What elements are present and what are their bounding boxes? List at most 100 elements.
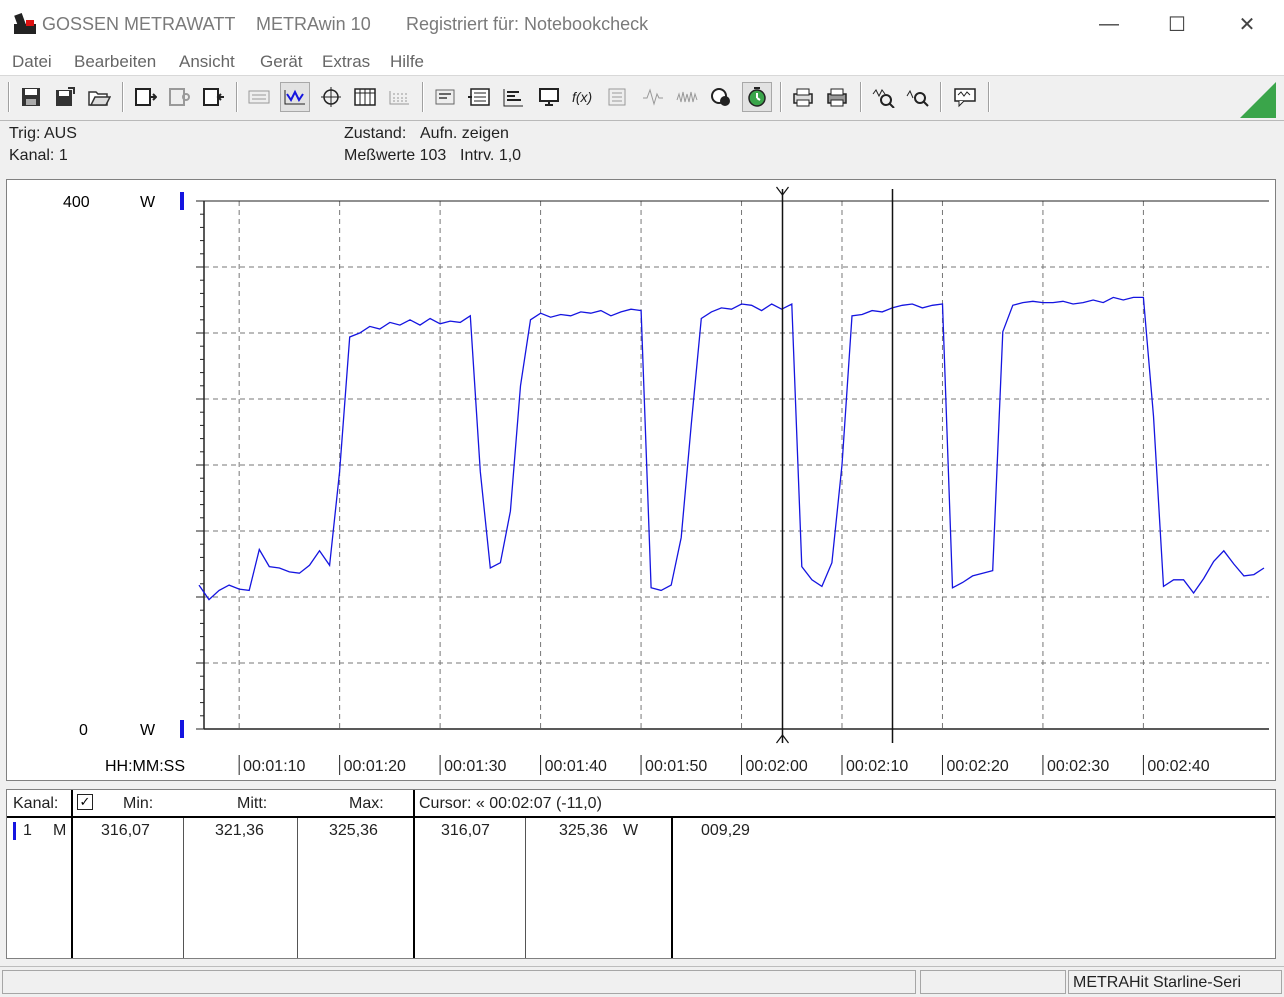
timer-button[interactable] (742, 82, 772, 112)
y-axis-marker-top (180, 192, 184, 210)
scale-button[interactable] (430, 82, 460, 112)
zoom-wave-button[interactable] (868, 82, 898, 112)
state-value: Aufn. zeigen (420, 125, 509, 142)
plot-area[interactable]: 00:01:10 00:01:20 00:01:30 00:01:40 00:01:50… (6, 179, 1276, 781)
scale-icon (435, 89, 455, 105)
bar-list-button[interactable] (498, 82, 528, 112)
menu-hilfe[interactable]: Hilfe (390, 52, 424, 72)
function-button[interactable]: f(x) (568, 82, 598, 112)
channel-color-marker (13, 822, 16, 840)
y-max-label: 400 (63, 194, 90, 211)
text-list-button[interactable] (244, 82, 274, 112)
signal-button[interactable] (638, 82, 668, 112)
zoom-button[interactable] (902, 82, 932, 112)
print-icon (827, 88, 847, 107)
device-status: METRAHit Starline-Seri (1068, 970, 1282, 994)
menu-ansicht[interactable]: Ansicht (179, 52, 235, 72)
save-as-icon (56, 87, 75, 106)
message-button[interactable] (950, 82, 980, 112)
device-read-icon (135, 88, 157, 106)
open-button[interactable] (84, 82, 114, 112)
y-unit-bottom: W (140, 722, 156, 739)
mean-header: Mitt: (237, 795, 268, 812)
trigger-status: Trig: AUS (9, 125, 77, 142)
toolbar: f(x) (0, 76, 1284, 121)
row-cursor-min: 316,07 (441, 822, 490, 839)
channel-header: Kanal: (13, 795, 59, 812)
min-header: Min: (123, 795, 154, 812)
y-unit-top: W (140, 194, 156, 211)
y-axis-marker-bottom (180, 720, 184, 738)
monitor-button[interactable] (534, 82, 564, 112)
memory-button[interactable] (602, 82, 632, 112)
row-unit: W (623, 822, 639, 839)
info-area: Trig: AUS Kanal: 1 Zustand: Aufn. zeigen… (0, 121, 1284, 173)
device-write-button[interactable] (198, 82, 228, 112)
channel-config-button[interactable] (464, 82, 494, 112)
menu-extras[interactable]: Extras (322, 52, 370, 72)
maximize-button[interactable]: ☐ (1144, 0, 1210, 48)
app-title: METRAwin 10 (256, 14, 371, 34)
device-settings-icon (169, 88, 190, 106)
signal-icon (643, 88, 663, 106)
table-view-button[interactable] (350, 82, 380, 112)
title-bar: GOSSEN METRAWATT METRAwin 10 Registriert… (0, 0, 1284, 48)
x-tick-label: 00:02:20 (946, 758, 1008, 775)
bar-list-icon (503, 89, 523, 107)
noise-button[interactable] (672, 82, 702, 112)
menu-bearbeiten[interactable]: Bearbeiten (74, 52, 156, 72)
x-tick-label: 00:02:00 (746, 758, 808, 775)
statistics-panel: Kanal: ✓ Min: Mitt: Max: Cursor: « 00:02… (6, 789, 1276, 959)
device-settings-button[interactable] (164, 82, 194, 112)
brand-title: GOSSEN METRAWATT (42, 14, 236, 34)
print-preview-button[interactable] (788, 82, 818, 112)
svg-text:f(x): f(x) (572, 89, 592, 105)
minimize-button[interactable]: — (1076, 0, 1142, 48)
timer-icon (748, 87, 766, 107)
x-axis-label: HH:MM:SS (105, 758, 185, 775)
row-mean: 321,36 (215, 822, 264, 839)
power-chart[interactable]: 00:01:10 00:01:20 00:01:30 00:01:40 00:01:50… (7, 180, 1275, 780)
measurement-count: Meßwerte 103 (344, 147, 447, 164)
device-read-button[interactable] (130, 82, 160, 112)
x-tick-label: 00:01:30 (444, 758, 506, 775)
state-label: Zustand: (344, 125, 407, 142)
save-icon (22, 88, 40, 106)
noise-icon (676, 91, 698, 103)
cursor-crosshair-button[interactable] (316, 82, 346, 112)
channel-checkbox[interactable]: ✓ (77, 794, 93, 810)
x-tick-label: 00:01:20 (344, 758, 406, 775)
device-write-icon (203, 88, 224, 106)
print-button[interactable] (822, 82, 852, 112)
wave-view-button[interactable] (280, 82, 310, 112)
menu-bar: Datei Bearbeiten Ansicht Gerät Extras Hi… (0, 48, 1284, 76)
interval-value: Intrv. 1,0 (460, 147, 522, 164)
x-tick-label: 00:01:50 (645, 758, 707, 775)
row-max: 325,36 (329, 822, 378, 839)
x-tick-label: 00:02:40 (1147, 758, 1209, 775)
row-mode: M (53, 822, 67, 839)
record-icon (711, 88, 730, 106)
channel-status: Kanal: 1 (9, 147, 68, 164)
grid-view-button[interactable] (384, 82, 414, 112)
x-tick-label: 00:02:30 (1047, 758, 1109, 775)
function-icon: f(x) (572, 89, 592, 105)
print-preview-icon (793, 88, 813, 107)
row-delta: 009,29 (701, 822, 750, 839)
wave-view-icon (284, 89, 305, 105)
cursor-header: Cursor: « 00:02:07 (-11,0) (419, 795, 602, 812)
grid-view-icon (389, 91, 409, 105)
app-logo-icon (14, 12, 36, 34)
y-min-label: 0 (79, 722, 88, 739)
menu-datei[interactable]: Datei (12, 52, 52, 72)
save-button[interactable] (16, 82, 46, 112)
save-as-button[interactable] (50, 82, 80, 112)
status-triangle-icon (1240, 82, 1276, 118)
text-list-icon (248, 90, 270, 104)
registration-text: Registriert für: Notebookcheck (406, 14, 649, 34)
record-button[interactable] (706, 82, 736, 112)
close-button[interactable]: ✕ (1214, 0, 1280, 48)
open-folder-icon (88, 91, 111, 106)
x-tick-label: 00:02:10 (846, 758, 908, 775)
menu-geraet[interactable]: Gerät (260, 52, 303, 72)
